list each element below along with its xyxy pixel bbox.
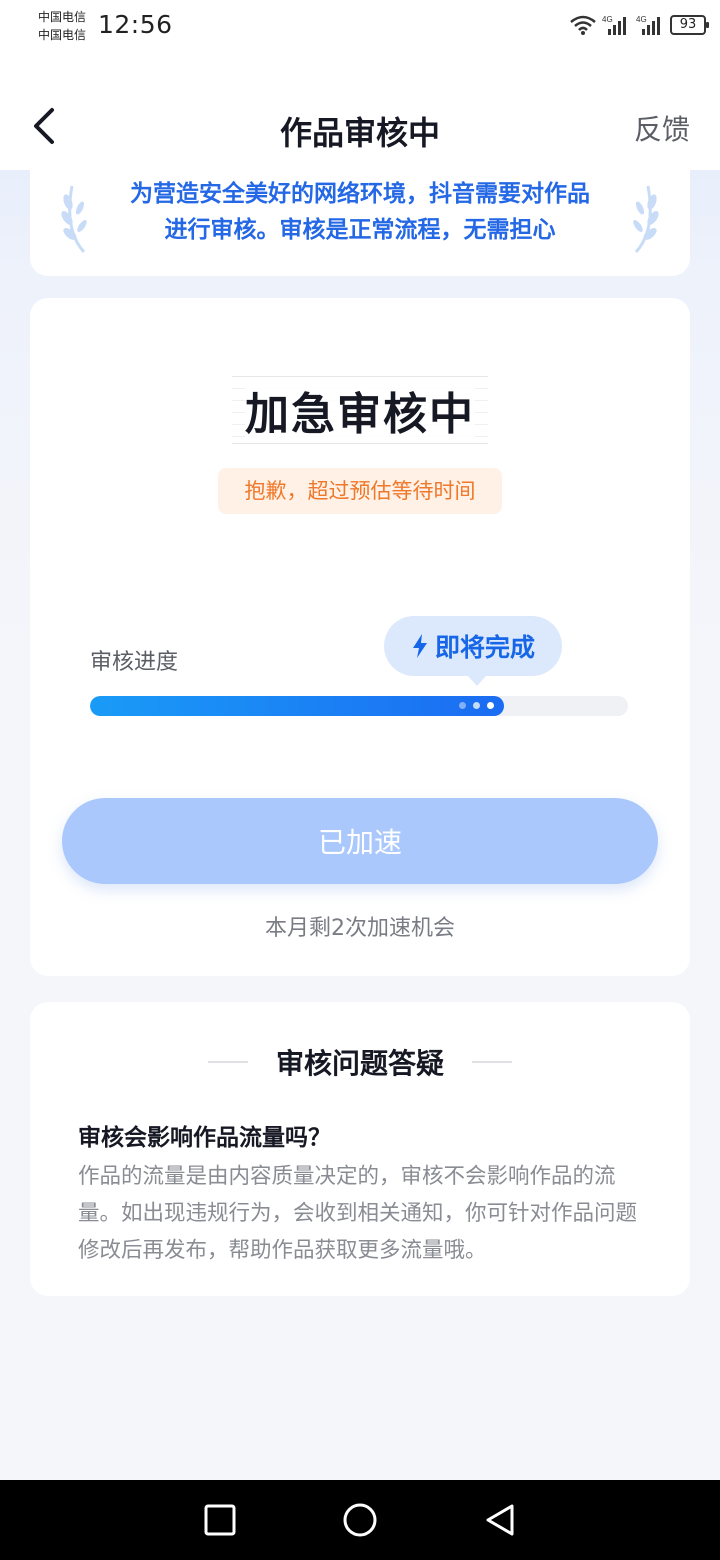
circle-icon (343, 1503, 377, 1537)
feedback-button[interactable]: 反馈 (634, 108, 690, 148)
progress-dots (459, 702, 495, 709)
network-type-1: 4G (602, 15, 613, 24)
laurel-icon (61, 185, 87, 254)
apology-badge: 抱歉，超过预估等待时间 (218, 468, 502, 514)
status-title: 加急审核中 (245, 378, 475, 442)
nav-recent-button[interactable] (200, 1500, 240, 1540)
status-bar: 中国电信 中国电信 12:56 4G 4G 93 (0, 0, 720, 52)
progress-dot (459, 702, 467, 709)
progress-bar (90, 696, 628, 716)
lightning-icon (412, 634, 427, 658)
carrier-2: 中国电信 (38, 28, 87, 42)
top-nav: 作品审核中 反馈 (0, 52, 720, 170)
faq-card: 审核问题答疑 审核会影响作品流量吗？ 作品的流量是由内容质量决定的，审核不会影响… (30, 1002, 690, 1296)
faq-heading: 审核问题答疑 (275, 1047, 444, 1080)
accelerate-button[interactable]: 已加速 (62, 798, 658, 884)
carrier-1: 中国电信 (38, 10, 87, 24)
notice-line-2: 进行审核。审核是正常流程，无需担心 (164, 217, 556, 243)
network-type-2: 4G (636, 15, 647, 24)
nav-back-button[interactable] (480, 1500, 520, 1540)
faq-question: 审核会影响作品流量吗？ (78, 1125, 331, 1151)
progress-fill (90, 696, 505, 716)
progress-bubble-label: 即将完成 (434, 633, 535, 662)
status-icons: 4G 4G 93 (570, 12, 709, 38)
review-notice-card: 为营造安全美好的网络环境，抖音需要对作品 进行审核。审核是正常流程，无需担心 (30, 168, 690, 276)
progress-dot (473, 702, 481, 709)
carrier-info: 中国电信 中国电信 (38, 8, 86, 44)
system-nav-bar (0, 1480, 720, 1560)
progress-bubble: 即将完成 (384, 616, 562, 686)
wifi-icon (570, 15, 596, 35)
faq-answer: 作品的流量是由内容质量决定的，审核不会影响作品的流量。如出现违规行为，会收到相关… (78, 1164, 638, 1263)
status-title-frame: 加急审核中 (232, 376, 488, 444)
triangle-back-icon (486, 1504, 514, 1536)
progress-dot (487, 702, 495, 709)
faq-heading-row: 审核问题答疑 (30, 1042, 690, 1082)
nav-home-button[interactable] (340, 1500, 380, 1540)
laurel-icon (633, 185, 659, 254)
battery-indicator: 93 (670, 15, 709, 35)
signal-icon: 4G (602, 15, 626, 35)
remaining-chances-text: 本月剩2次加速机会 (265, 916, 455, 941)
page-title: 作品审核中 (279, 114, 440, 152)
square-icon (204, 1504, 236, 1536)
notice-text: 为营造安全美好的网络环境，抖音需要对作品 进行审核。审核是正常流程，无需担心 (100, 176, 620, 248)
status-time: 12:56 (98, 10, 173, 39)
signal-icon: 4G (636, 15, 660, 35)
notice-line-1: 为营造安全美好的网络环境，抖音需要对作品 (130, 181, 590, 207)
divider (207, 1061, 248, 1063)
review-status-card: 加急审核中 抱歉，超过预估等待时间 审核进度 即将完成 已加速 本月剩2次加速机… (30, 298, 690, 976)
progress-label: 审核进度 (90, 650, 179, 675)
divider (472, 1061, 512, 1063)
